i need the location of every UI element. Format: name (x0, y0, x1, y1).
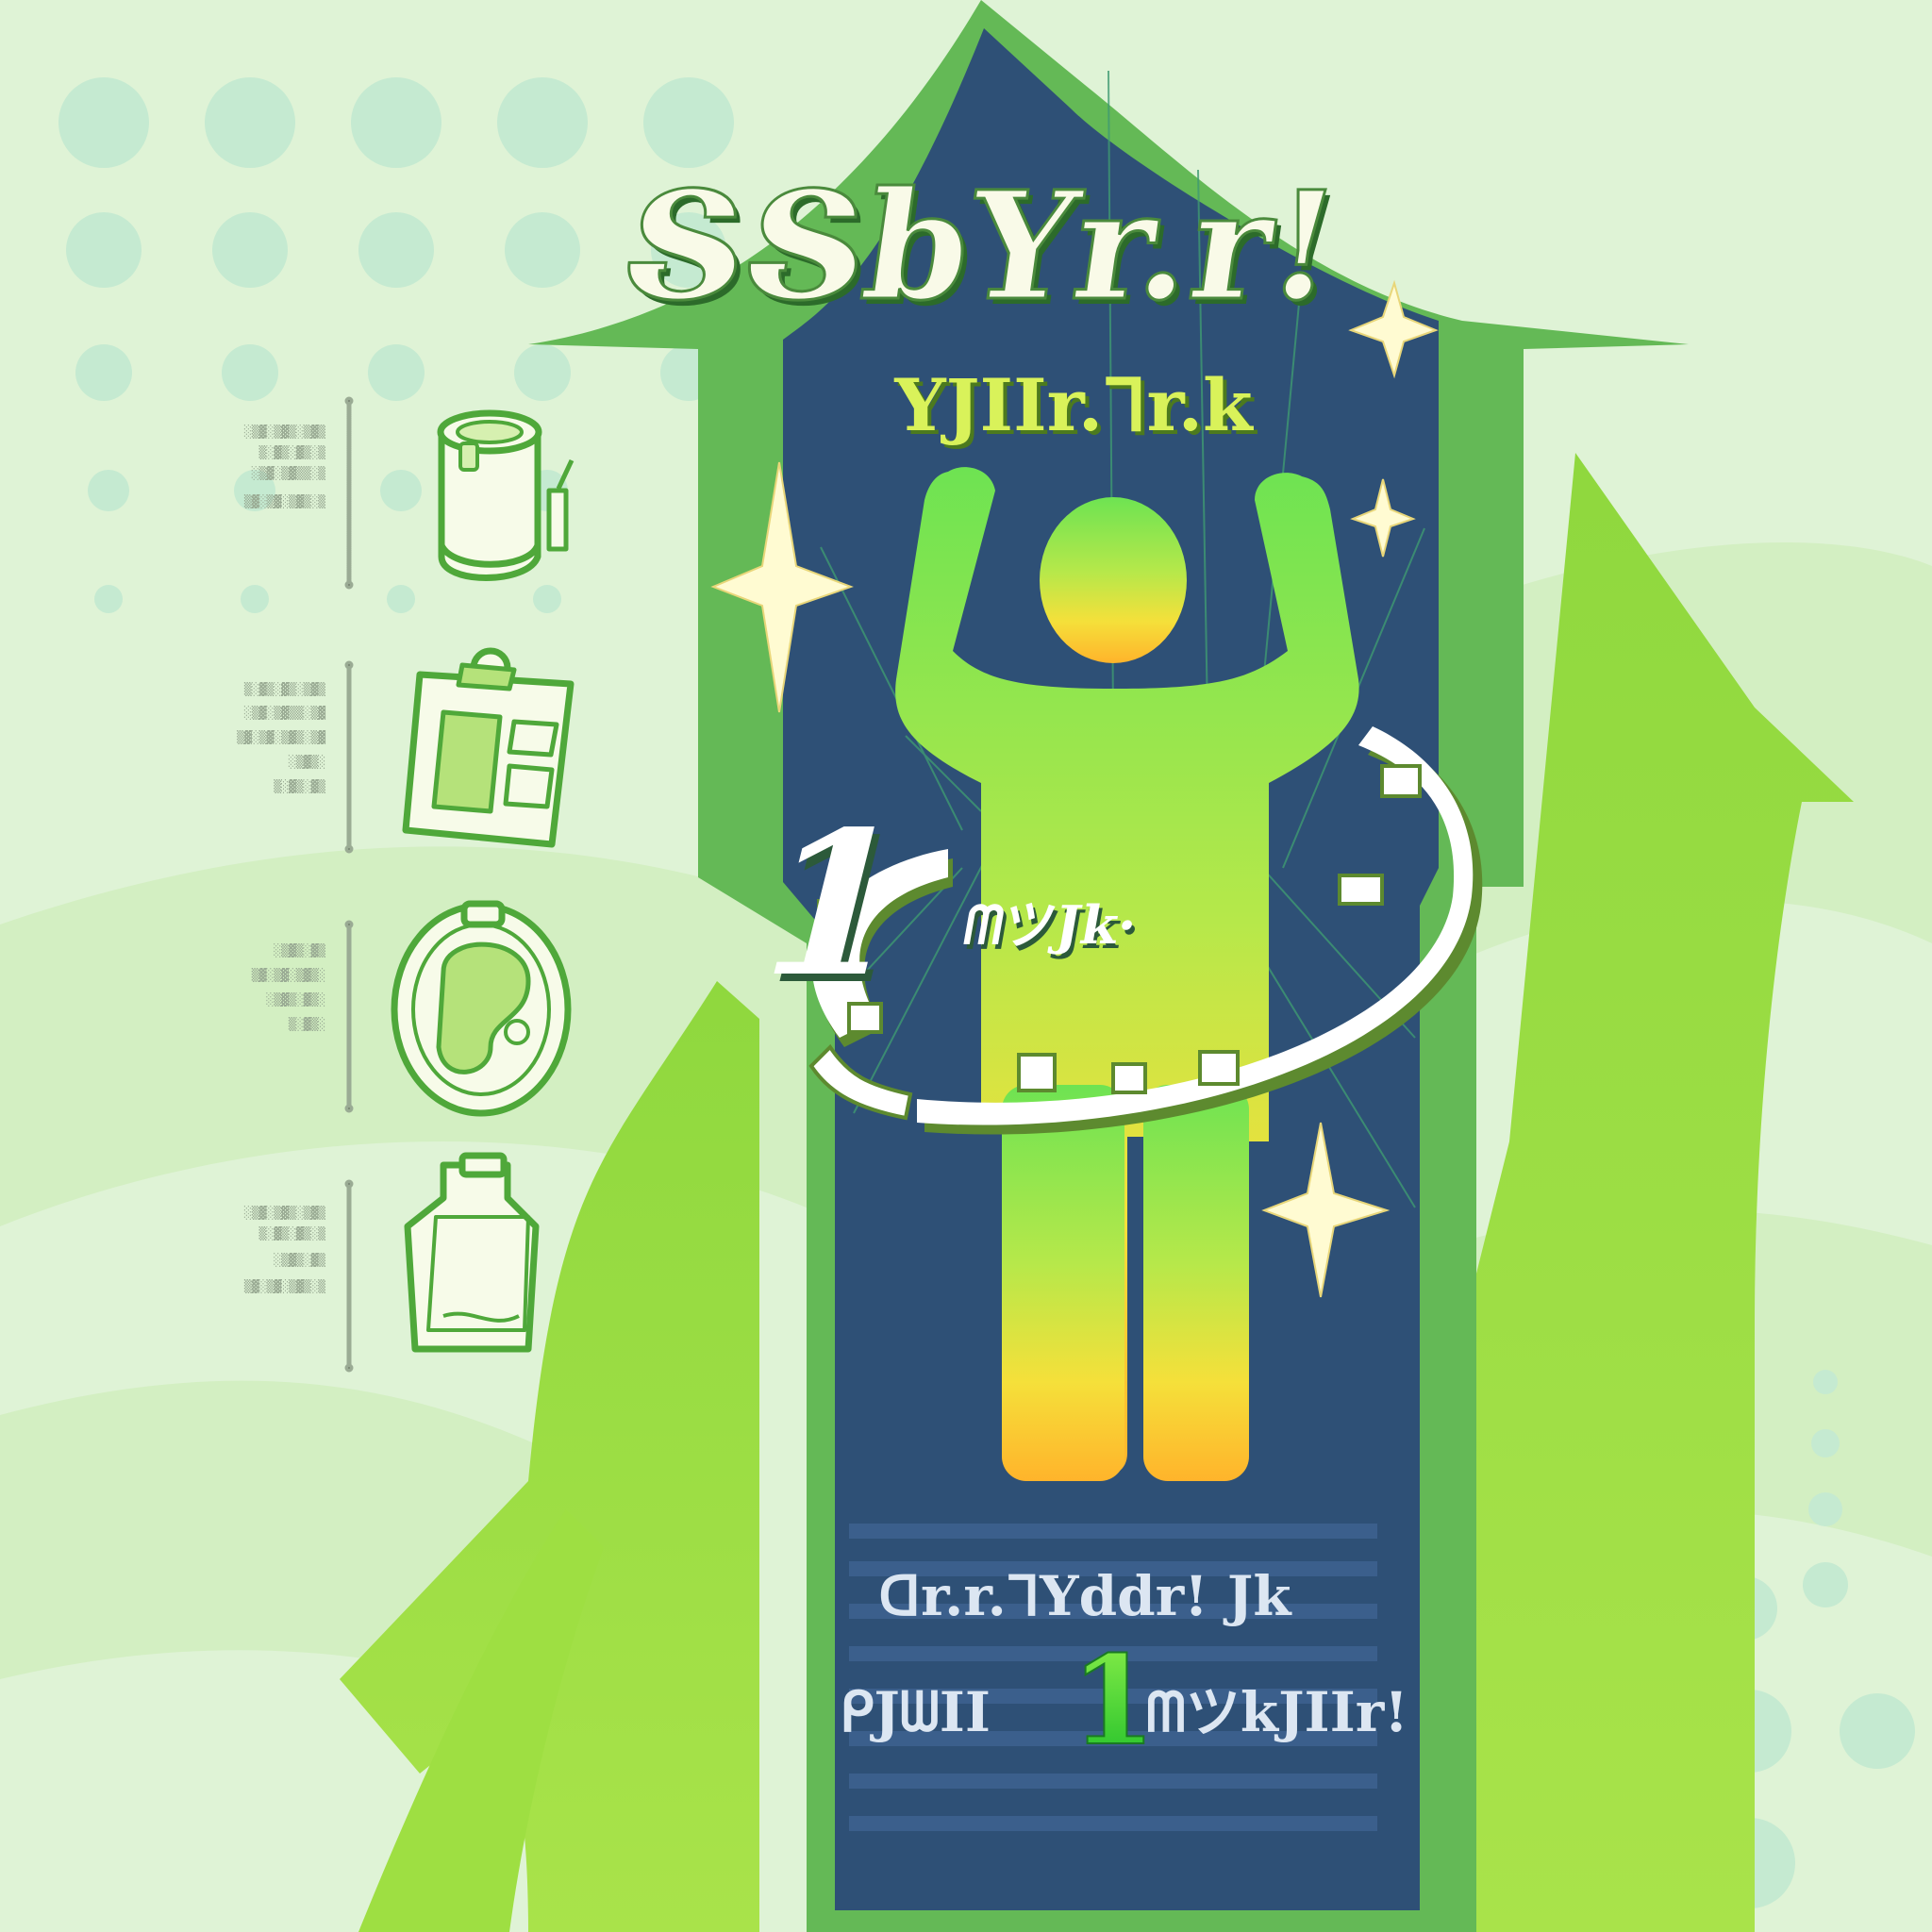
sidebar-text: ▒▓░▒▓░▒▓▒░ (252, 967, 325, 983)
sidebar-text: ░▒▓▒░▓▒░ (266, 991, 325, 1008)
sidebar-text: ░▒▓▒░▓▒ (274, 942, 325, 958)
sidebar-text: ▒░▓▒░▓▒░▒▓▒ (244, 681, 325, 697)
sidebar-text: ░▒▓░▒▓▒▒░▒▓ (244, 705, 325, 721)
sidebar-text: ▒░▓▒░▓▒░▒ (259, 1225, 326, 1241)
title-line-2: YJIIr.ᒣr.k (893, 363, 1254, 447)
sidebar-text: ░▒▓░▒▓▒░▒▓▒ (244, 424, 325, 440)
sidebar-text: ░▒▓░▒▓▒▒░▒ (252, 465, 325, 481)
sidebar-text: ▒░▓▒░▓▒░▒ (259, 444, 326, 460)
title-line-1: ՏՏbYr.r! (612, 159, 1349, 334)
footer-line-2-left: ᑭJᗯII (840, 1680, 991, 1744)
bottle-icon (404, 1152, 540, 1353)
rank-text: ᗰツJk· (959, 894, 1141, 956)
sidebar-item-4: ░▒▓░▒▓▒░▒▓▒ ▒░▓▒░▓▒░▒ ░▒▓▒░▓▒ ▒▓░▒▓░▒▓▒░… (244, 1205, 325, 1294)
sidebar-text: ░▒▓░▒▓▒░▒▓▒ (244, 1205, 325, 1221)
fish-bowl-icon (391, 900, 572, 1117)
canned-food-icon (437, 409, 575, 581)
sidebar-text: ░▒▓▒░ (289, 754, 325, 770)
poster: ՏՏbYr.r! ՏՏbYr.r! YJIIr.ᒣr.k YJIIr.ᒣr.k (0, 0, 1932, 1932)
sidebar-item-2: ▒░▓▒░▓▒░▒▓▒ ░▒▓░▒▓▒▒░▒▓ ▒▓░▒▓░▒▓▒░▒▓ ░▒▓… (237, 681, 325, 794)
sidebar-text: ░▒▓▒░▓▒ (274, 1252, 325, 1268)
sidebar-text: ▒▓░▒▓░▒▓▒░▒▓ (237, 729, 325, 745)
figure-head (1040, 497, 1187, 663)
sidebar-text: ▒░▓▒░ (289, 1016, 325, 1032)
sidebar-text: ▒▓░▒▓░▒▓▒░▒ (244, 493, 325, 509)
sidebar-text: ▒░▓▒░▓▒ (274, 778, 325, 794)
sidebar-item-1: ░▒▓░▒▓▒░▒▓▒ ▒░▓▒░▓▒░▒ ░▒▓░▒▓▒▒░▒ ▒▓░▒▓░▒… (244, 424, 325, 509)
sidebar-text: ▒▓░▒▓░▒▓▒░▒ (244, 1278, 325, 1294)
footer-line-1: ᗡr.r.ᒣYddr! Jk (878, 1564, 1292, 1628)
footer-number: 1 (1071, 1628, 1156, 1773)
footer-line-2-right: ᗰツkJIIr! (1146, 1680, 1408, 1744)
clipboard-icon (402, 647, 575, 848)
